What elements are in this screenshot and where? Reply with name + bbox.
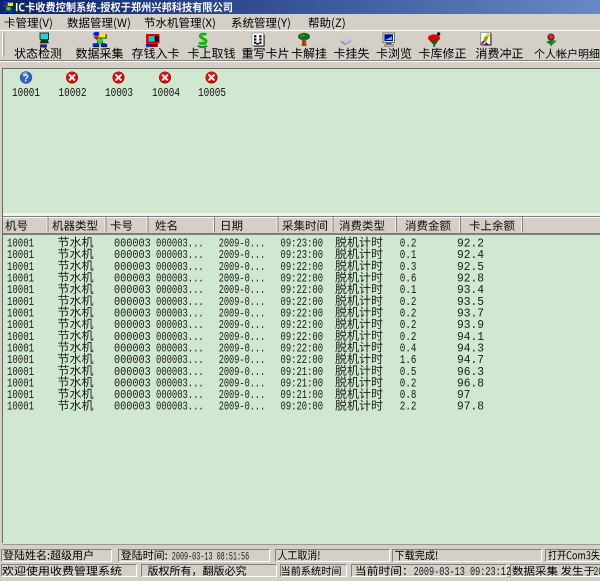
svg-text:10001: 10001 — [12, 86, 40, 100]
svg-text:2009-03-13 08:51:56: 2009-03-13 08:51:56 — [172, 551, 249, 563]
svg-text:10001: 10001 — [7, 400, 34, 414]
svg-text:000003...: 000003... — [156, 400, 204, 414]
svg-text:2.2: 2.2 — [400, 400, 417, 414]
svg-text:10002: 10002 — [59, 86, 87, 100]
svg-text:2009-0...: 2009-0... — [219, 400, 266, 414]
svg-text:000003: 000003 — [114, 400, 151, 414]
svg-text:10003: 10003 — [105, 86, 133, 100]
svg-text:2009-: 2009- — [594, 565, 600, 579]
svg-text:10004: 10004 — [152, 86, 180, 100]
svg-text:97.8: 97.8 — [457, 400, 484, 414]
svg-text:2009-03-13 09:23:12: 2009-03-13 09:23:12 — [414, 565, 511, 579]
svg-text:10005: 10005 — [198, 86, 226, 100]
svg-text:09:20:00: 09:20:00 — [281, 400, 324, 414]
